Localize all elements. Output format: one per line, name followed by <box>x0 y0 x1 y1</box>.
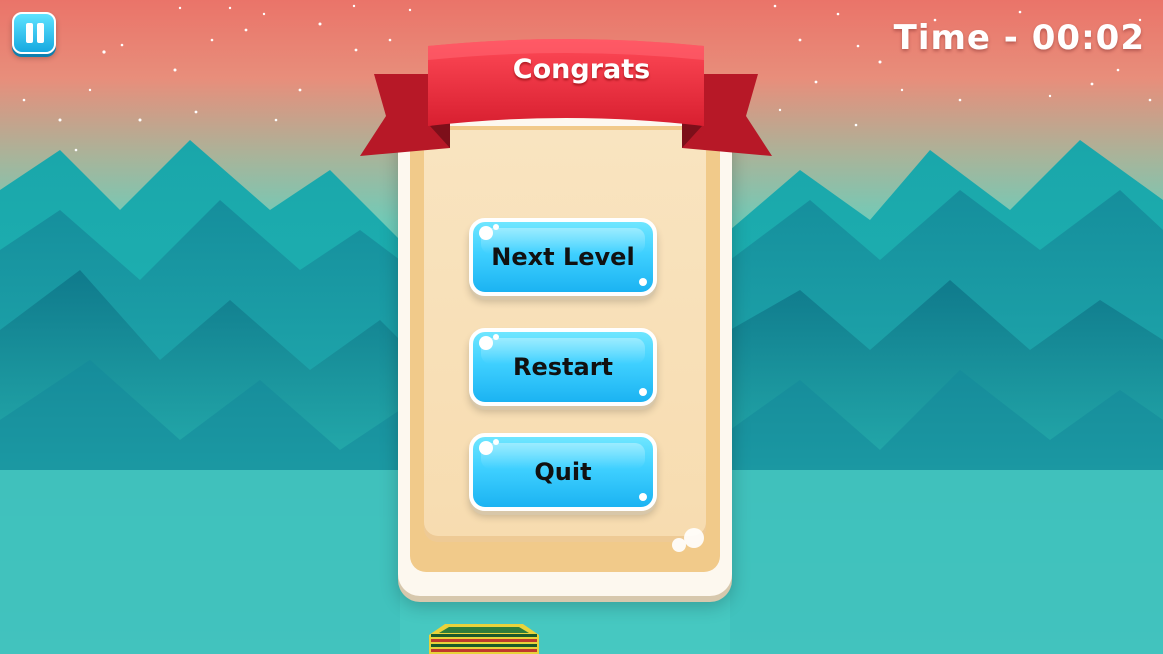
game-platform <box>429 624 539 654</box>
timer-display: Time - 00:02 <box>893 18 1145 58</box>
next-level-button[interactable]: Next Level <box>469 218 657 296</box>
restart-button[interactable]: Restart <box>469 328 657 406</box>
panel-bubble <box>684 528 704 548</box>
quit-button[interactable]: Quit <box>469 433 657 511</box>
dialog-title: Congrats <box>512 54 651 85</box>
next-level-label: Next Level <box>491 243 635 271</box>
restart-label: Restart <box>512 353 614 381</box>
pause-button[interactable] <box>12 12 56 54</box>
title-ribbon <box>360 39 772 156</box>
quit-label: Quit <box>534 458 592 486</box>
